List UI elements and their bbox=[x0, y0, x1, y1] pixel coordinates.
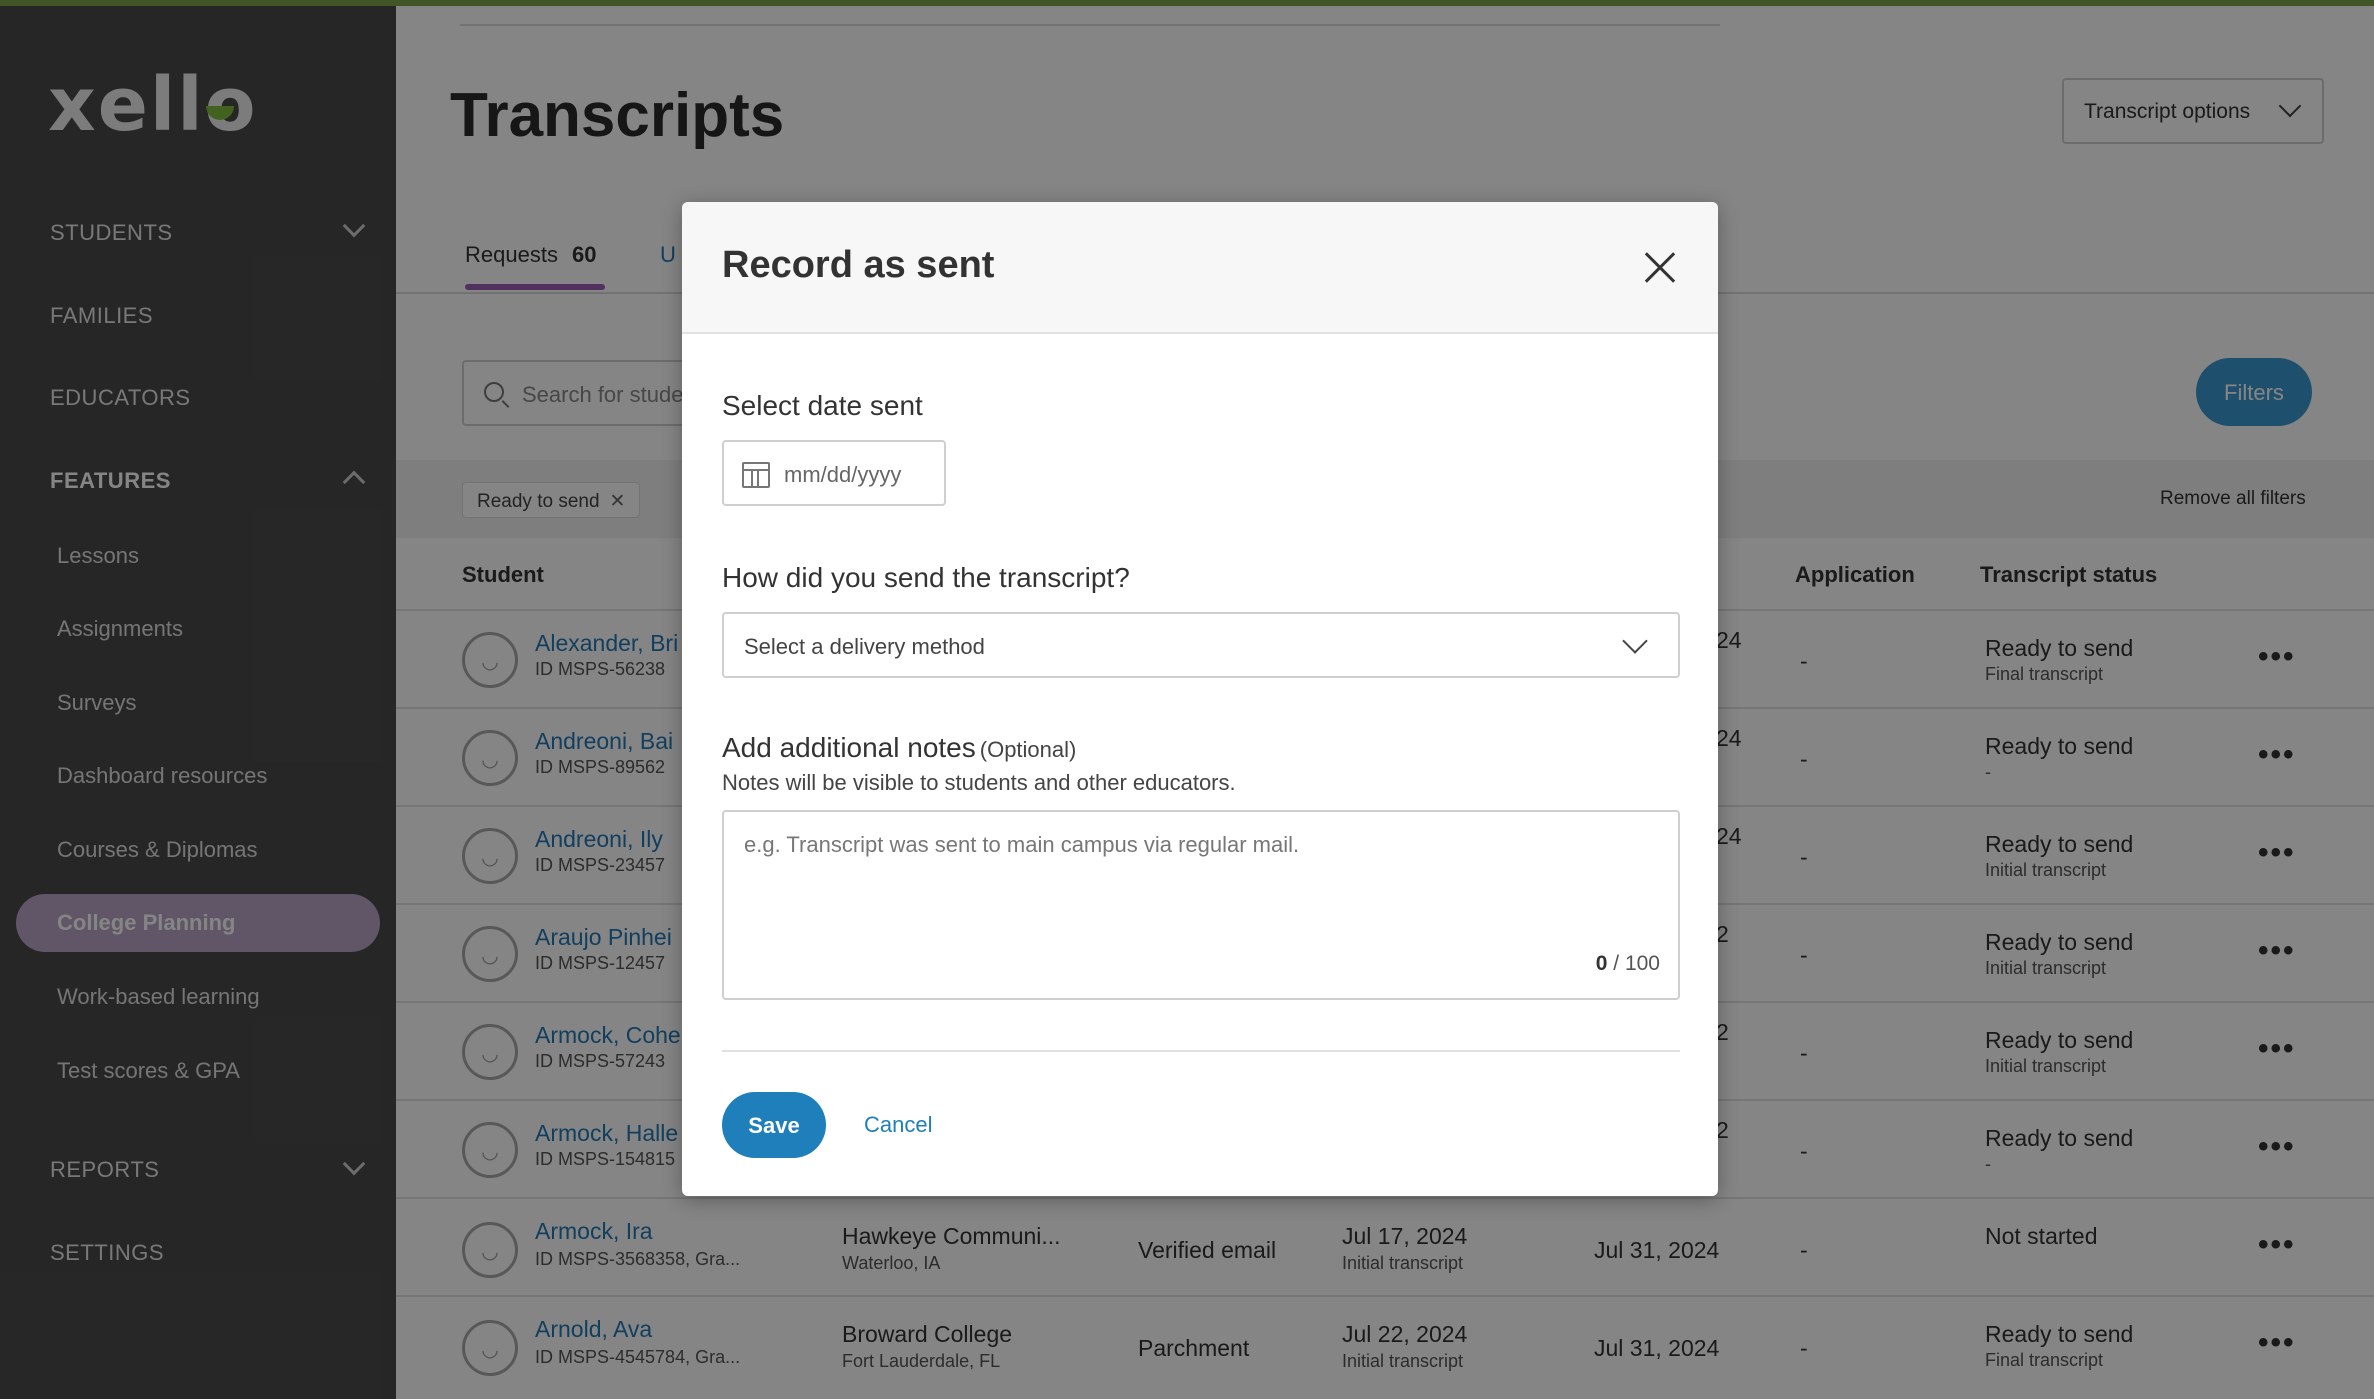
save-button[interactable]: Save bbox=[722, 1092, 826, 1158]
optional-tag: (Optional) bbox=[979, 737, 1077, 762]
date-sent-input[interactable]: mm/dd/yyyy bbox=[722, 440, 946, 506]
calendar-icon[interactable] bbox=[742, 462, 770, 488]
date-sent-label: Select date sent bbox=[722, 390, 923, 421]
cancel-button[interactable]: Cancel bbox=[864, 1112, 932, 1138]
delivery-method-value: Select a delivery method bbox=[744, 634, 985, 659]
delivery-method-label: How did you send the transcript? bbox=[722, 562, 1130, 593]
notes-label-text: Add additional notes bbox=[722, 732, 976, 763]
counter-current: 0 bbox=[1595, 952, 1608, 975]
dialog-divider bbox=[722, 1050, 1680, 1052]
counter-max: / 100 bbox=[1613, 952, 1660, 975]
notes-label: Add additional notes (Optional) bbox=[722, 732, 1076, 764]
dialog-title: Record as sent bbox=[722, 244, 995, 286]
notes-textarea[interactable]: e.g. Transcript was sent to main campus … bbox=[722, 810, 1680, 1000]
notes-placeholder: e.g. Transcript was sent to main campus … bbox=[744, 832, 1300, 857]
date-placeholder: mm/dd/yyyy bbox=[784, 462, 902, 487]
close-icon[interactable] bbox=[1638, 246, 1682, 290]
character-counter: 0 / 100 bbox=[1596, 952, 1660, 976]
delivery-method-select[interactable]: Select a delivery method bbox=[722, 612, 1680, 678]
notes-hint: Notes will be visible to students and ot… bbox=[722, 770, 1236, 795]
record-as-sent-dialog: Record as sent Select date sent mm/dd/yy… bbox=[682, 202, 1718, 1196]
dialog-header: Record as sent bbox=[682, 202, 1718, 334]
chevron-down-icon bbox=[1622, 628, 1648, 654]
